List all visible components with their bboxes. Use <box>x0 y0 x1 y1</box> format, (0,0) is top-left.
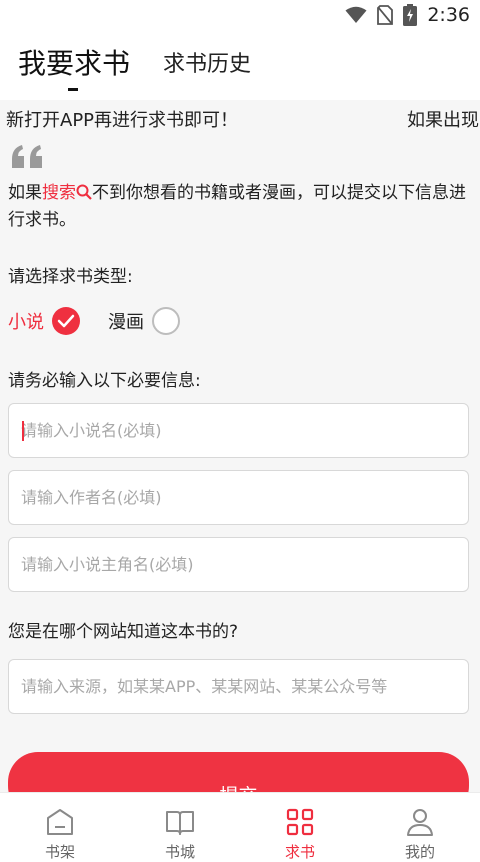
novel-name-input[interactable] <box>21 404 456 457</box>
nav-item-bookshelf-label: 书架 <box>44 843 75 861</box>
nav-item-bookshelf[interactable]: 书架 <box>0 793 120 862</box>
nav-item-request-label: 求书 <box>284 843 315 861</box>
book-type-label: 请选择求书类型: <box>8 267 133 287</box>
battery-charging-icon <box>403 4 418 26</box>
submit-button[interactable]: 提交 <box>8 752 469 792</box>
no-sim-icon <box>377 5 394 25</box>
protagonist-name-input[interactable] <box>21 538 456 591</box>
source-question-label: 您是在哪个网站知道这本书的? <box>8 622 239 642</box>
author-name-input[interactable] <box>21 471 456 524</box>
active-tab-indicator <box>68 88 78 91</box>
nav-item-me[interactable]: 我的 <box>360 793 480 862</box>
intro-text-before: 如果 <box>8 183 42 203</box>
bookshelf-icon <box>47 809 73 835</box>
status-bar: 2:36 <box>0 0 480 30</box>
bottom-nav: 书架 书城 求书 我的 <box>0 792 480 862</box>
protagonist-name-field[interactable] <box>8 537 469 592</box>
tab-request-history[interactable]: 求书历史 <box>163 46 251 78</box>
book-open-icon <box>166 811 194 835</box>
radio-option-comic[interactable]: 漫画 <box>108 304 180 338</box>
required-info-label: 请务必输入以下必要信息: <box>8 371 201 391</box>
request-form-content: 新打开APP再进行求书即可！ 如果出现 如果搜索 不到你想看的书籍或者漫画，可以提… <box>0 100 480 792</box>
text-cursor <box>22 421 24 441</box>
search-icon <box>76 184 92 200</box>
radio-checked-icon[interactable] <box>52 307 80 335</box>
notice-marquee: 新打开APP再进行求书即可！ 如果出现 <box>0 100 480 136</box>
nav-item-bookstore-label: 书城 <box>164 843 195 861</box>
author-name-field[interactable] <box>8 470 469 525</box>
top-tab-bar: 我要求书 求书历史 <box>0 30 480 100</box>
nav-item-me-label: 我的 <box>404 843 435 861</box>
grid-icon <box>286 808 314 836</box>
radio-option-novel-label: 小说 <box>8 312 44 333</box>
source-field[interactable] <box>8 659 469 714</box>
nav-item-bookstore[interactable]: 书城 <box>120 793 240 862</box>
notice-text-repeat: 如果出现 <box>407 110 479 131</box>
novel-name-field[interactable] <box>8 403 469 458</box>
radio-option-comic-label: 漫画 <box>108 312 144 333</box>
tab-request-book[interactable]: 我要求书 <box>18 42 130 82</box>
intro-paragraph: 如果搜索 不到你想看的书籍或者漫画，可以提交以下信息进行求书。 <box>8 180 468 234</box>
quote-icon <box>12 145 42 168</box>
source-input[interactable] <box>21 660 456 713</box>
user-icon <box>407 809 433 836</box>
nav-item-request[interactable]: 求书 <box>240 793 360 862</box>
status-icons: 2:36 <box>345 4 470 26</box>
radio-option-novel[interactable]: 小说 <box>8 304 80 338</box>
notice-text: 新打开APP再进行求书即可！ <box>6 110 239 131</box>
wifi-icon <box>345 6 367 23</box>
status-time: 2:36 <box>427 4 470 26</box>
book-type-radio-group: 小说 漫画 <box>8 304 308 338</box>
intro-search-highlight: 搜索 <box>42 183 76 203</box>
radio-unchecked-icon[interactable] <box>152 307 180 335</box>
